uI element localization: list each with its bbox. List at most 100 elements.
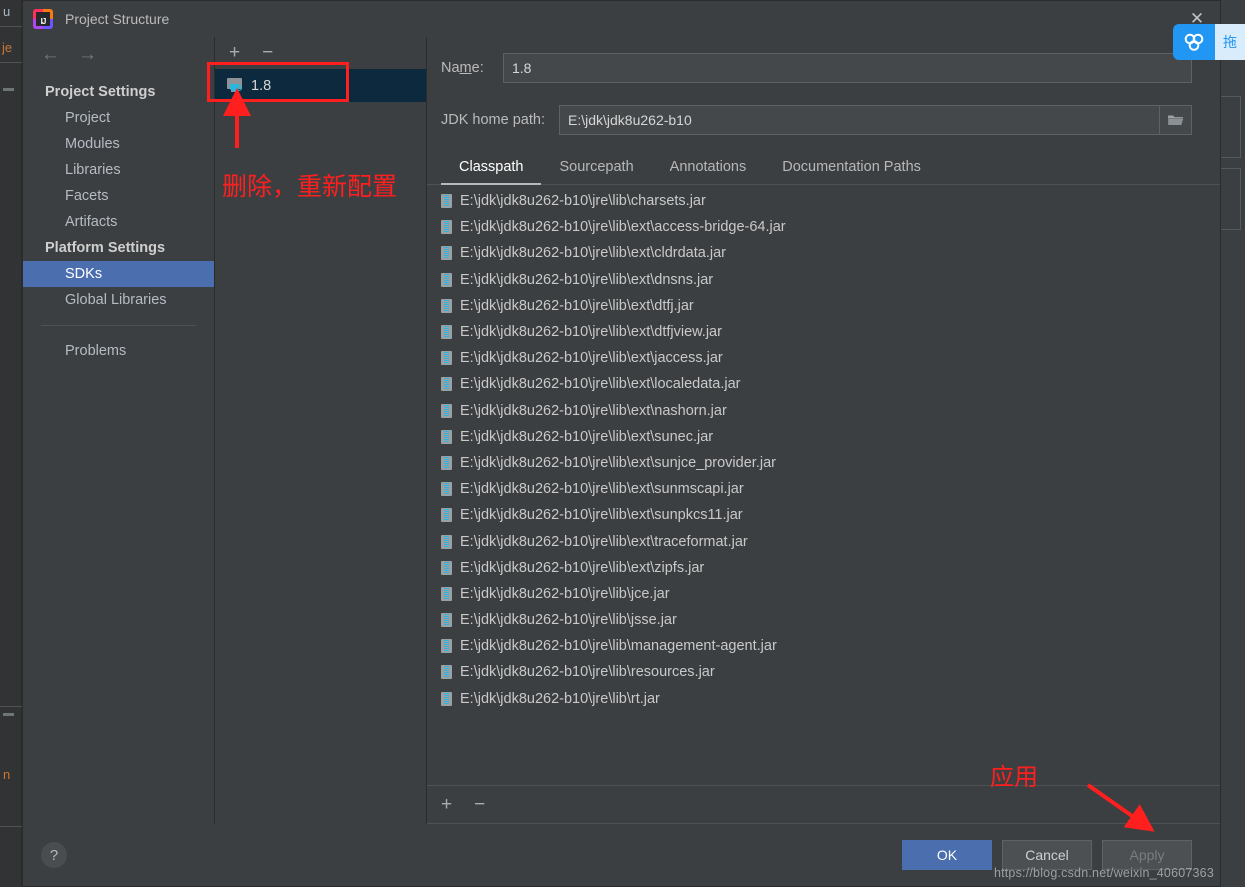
jar-file-icon xyxy=(441,665,452,680)
classpath-row-label: E:\jdk\jdk8u262-b10\jre\lib\ext\sunpkcs1… xyxy=(460,507,743,524)
back-arrow-icon[interactable]: ← xyxy=(41,45,60,64)
name-label: Name: xyxy=(441,60,484,76)
classpath-row-label: E:\jdk\jdk8u262-b10\jre\lib\ext\cldrdata… xyxy=(460,245,726,262)
sdk-list-item-label: 1.8 xyxy=(251,77,272,94)
jdk-icon xyxy=(227,78,244,93)
sdk-list-item-1-8[interactable]: 1.8 xyxy=(215,69,426,102)
classpath-row[interactable]: E:\jdk\jdk8u262-b10\jre\lib\ext\dnsns.ja… xyxy=(427,267,1220,293)
tab-documentation-paths[interactable]: Documentation Paths xyxy=(764,153,939,185)
sdk-name-input[interactable] xyxy=(503,53,1192,83)
jar-file-icon xyxy=(441,639,452,654)
tab-classpath[interactable]: Classpath xyxy=(441,153,542,185)
detail-tabs: Classpath Sourcepath Annotations Documen… xyxy=(427,153,1220,185)
classpath-row[interactable]: E:\jdk\jdk8u262-b10\jre\lib\management-a… xyxy=(427,633,1220,659)
classpath-row-label: E:\jdk\jdk8u262-b10\jre\lib\ext\zipfs.ja… xyxy=(460,559,705,576)
sidebar-item-problems[interactable]: Problems xyxy=(23,338,214,364)
sidebar-item-project[interactable]: Project xyxy=(23,105,214,131)
classpath-row[interactable]: E:\jdk\jdk8u262-b10\jre\lib\ext\access-b… xyxy=(427,214,1220,240)
classpath-row-label: E:\jdk\jdk8u262-b10\jre\lib\ext\sunjce_p… xyxy=(460,454,776,471)
classpath-row[interactable]: E:\jdk\jdk8u262-b10\jre\lib\ext\sunpkcs1… xyxy=(427,502,1220,528)
forward-arrow-icon[interactable]: → xyxy=(78,45,97,64)
background-divider-4 xyxy=(0,826,22,827)
watermark-text: https://blog.csdn.net/weixin_40607363 xyxy=(993,866,1214,880)
jar-file-icon xyxy=(441,220,452,235)
jar-file-icon xyxy=(441,298,452,313)
sidebar-item-facets[interactable]: Facets xyxy=(23,183,214,209)
jar-file-icon xyxy=(441,403,452,418)
add-classpath-button[interactable]: + xyxy=(441,795,452,814)
classpath-row-label: E:\jdk\jdk8u262-b10\jre\lib\ext\sunmscap… xyxy=(460,481,744,498)
sidebar-divider xyxy=(41,325,196,326)
remove-classpath-button[interactable]: − xyxy=(474,795,485,814)
background-dash-1 xyxy=(3,88,14,91)
classpath-row[interactable]: E:\jdk\jdk8u262-b10\jre\lib\ext\sunec.ja… xyxy=(427,424,1220,450)
jar-file-icon xyxy=(441,691,452,706)
classpath-row[interactable]: E:\jdk\jdk8u262-b10\jre\lib\ext\tracefor… xyxy=(427,528,1220,554)
background-dash-2 xyxy=(3,713,14,716)
classpath-row[interactable]: E:\jdk\jdk8u262-b10\jre\lib\resources.ja… xyxy=(427,659,1220,685)
tab-sourcepath[interactable]: Sourcepath xyxy=(541,153,651,185)
classpath-row[interactable]: E:\jdk\jdk8u262-b10\jre\lib\ext\dtfjview… xyxy=(427,319,1220,345)
classpath-list[interactable]: E:\jdk\jdk8u262-b10\jre\lib\charsets.jar… xyxy=(427,185,1220,786)
classpath-row[interactable]: E:\jdk\jdk8u262-b10\jre\lib\ext\cldrdata… xyxy=(427,240,1220,266)
classpath-row[interactable]: E:\jdk\jdk8u262-b10\jre\lib\ext\sunjce_p… xyxy=(427,450,1220,476)
jar-file-icon xyxy=(441,325,452,340)
classpath-row[interactable]: E:\jdk\jdk8u262-b10\jre\lib\jce.jar xyxy=(427,581,1220,607)
classpath-row[interactable]: E:\jdk\jdk8u262-b10\jre\lib\ext\localeda… xyxy=(427,371,1220,397)
jar-file-icon xyxy=(441,351,452,366)
folder-icon[interactable] xyxy=(1160,105,1192,135)
background-text-0: u xyxy=(3,4,11,19)
classpath-row[interactable]: E:\jdk\jdk8u262-b10\jre\lib\ext\jaccess.… xyxy=(427,345,1220,371)
sidebar-item-global-libraries[interactable]: Global Libraries xyxy=(23,287,214,313)
add-sdk-button[interactable]: + xyxy=(229,43,240,62)
classpath-row-label: E:\jdk\jdk8u262-b10\jre\lib\ext\dtfjview… xyxy=(460,324,722,341)
sidebar-toolbar: ← → xyxy=(23,37,214,71)
jar-file-icon xyxy=(441,377,452,392)
sdk-toolbar: + − xyxy=(215,37,426,67)
jar-file-icon xyxy=(441,508,452,523)
settings-sidebar: ← → Project Settings Project Modules Lib… xyxy=(23,37,215,824)
jar-file-icon xyxy=(441,246,452,261)
sidebar-item-libraries[interactable]: Libraries xyxy=(23,157,214,183)
classpath-row-label: E:\jdk\jdk8u262-b10\jre\lib\resources.ja… xyxy=(460,664,715,681)
floating-widget-label[interactable]: 拖 xyxy=(1215,24,1245,60)
jar-file-icon xyxy=(441,613,452,628)
classpath-row-label: E:\jdk\jdk8u262-b10\jre\lib\ext\dnsns.ja… xyxy=(460,271,714,288)
classpath-row-label: E:\jdk\jdk8u262-b10\jre\lib\ext\nashorn.… xyxy=(460,402,727,419)
sidebar-item-sdks[interactable]: SDKs xyxy=(23,261,214,287)
classpath-row[interactable]: E:\jdk\jdk8u262-b10\jre\lib\rt.jar xyxy=(427,686,1220,712)
cloud-circles-icon[interactable] xyxy=(1173,24,1215,60)
classpath-row[interactable]: E:\jdk\jdk8u262-b10\jre\lib\ext\zipfs.ja… xyxy=(427,555,1220,581)
sdk-list: 1.8 xyxy=(215,67,426,824)
name-field-row: Name: xyxy=(427,51,1220,85)
classpath-row[interactable]: E:\jdk\jdk8u262-b10\jre\lib\charsets.jar xyxy=(427,188,1220,214)
sidebar-item-modules[interactable]: Modules xyxy=(23,131,214,157)
jar-file-icon xyxy=(441,482,452,497)
dialog-titlebar: IJ Project Structure ✕ xyxy=(23,1,1220,37)
intellij-idea-icon: IJ xyxy=(33,9,53,29)
jar-file-icon xyxy=(441,194,452,209)
sidebar-group-platform-settings: Platform Settings xyxy=(45,240,166,256)
sidebar-item-artifacts[interactable]: Artifacts xyxy=(23,209,214,235)
sdk-list-panel: + − 1.8 xyxy=(215,37,427,824)
jar-file-icon xyxy=(441,534,452,549)
classpath-row[interactable]: E:\jdk\jdk8u262-b10\jre\lib\ext\sunmscap… xyxy=(427,476,1220,502)
classpath-row[interactable]: E:\jdk\jdk8u262-b10\jre\lib\ext\dtfj.jar xyxy=(427,293,1220,319)
classpath-row[interactable]: E:\jdk\jdk8u262-b10\jre\lib\ext\nashorn.… xyxy=(427,398,1220,424)
jdk-home-path-input[interactable] xyxy=(559,105,1160,135)
classpath-row[interactable]: E:\jdk\jdk8u262-b10\jre\lib\jsse.jar xyxy=(427,607,1220,633)
editor-gutter xyxy=(0,0,22,887)
classpath-row-label: E:\jdk\jdk8u262-b10\jre\lib\ext\access-b… xyxy=(460,219,786,236)
classpath-row-label: E:\jdk\jdk8u262-b10\jre\lib\jsse.jar xyxy=(460,612,677,629)
background-divider-1 xyxy=(0,26,22,27)
ok-button[interactable]: OK xyxy=(902,840,992,870)
remove-sdk-button[interactable]: − xyxy=(262,43,273,62)
classpath-row-label: E:\jdk\jdk8u262-b10\jre\lib\ext\jaccess.… xyxy=(460,350,723,367)
jar-file-icon xyxy=(441,586,452,601)
floating-cloud-widget[interactable]: 拖 xyxy=(1173,24,1245,60)
classpath-row-label: E:\jdk\jdk8u262-b10\jre\lib\charsets.jar xyxy=(460,193,706,210)
background-box-1 xyxy=(1219,96,1241,158)
help-button[interactable]: ? xyxy=(41,842,67,868)
tab-annotations[interactable]: Annotations xyxy=(652,153,765,185)
background-divider-3 xyxy=(0,706,22,707)
